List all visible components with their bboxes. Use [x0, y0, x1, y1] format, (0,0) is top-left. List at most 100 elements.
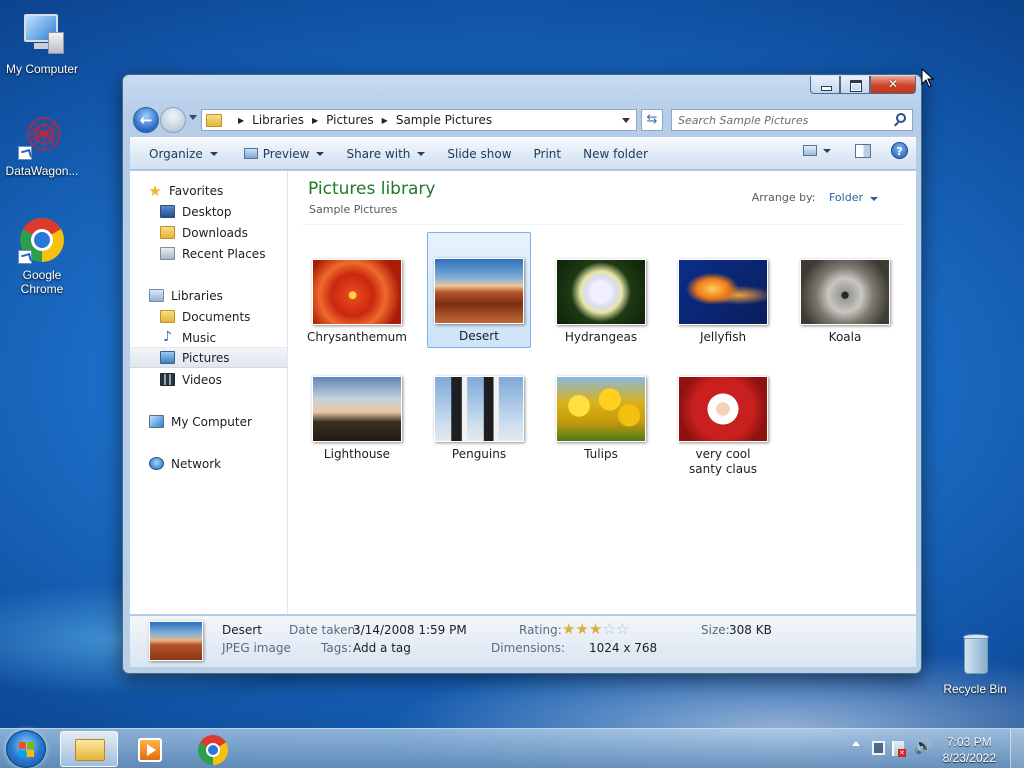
- file-tile-very-cool-santy-claus[interactable]: very cool santy claus: [671, 350, 775, 477]
- breadcrumb-separator-icon[interactable]: ▶: [312, 116, 318, 125]
- desktop-icon-google-chrome[interactable]: Google Chrome: [0, 216, 84, 296]
- back-button[interactable]: [133, 107, 159, 133]
- nav-item-label: Downloads: [182, 225, 248, 240]
- nav-item-libraries[interactable]: Libraries: [130, 285, 287, 306]
- file-tile-penguins[interactable]: Penguins: [427, 350, 531, 462]
- search-icon[interactable]: [896, 113, 906, 123]
- breadcrumb-separator-icon[interactable]: ▶: [238, 116, 244, 125]
- desktop-icon-my-computer[interactable]: My Computer: [0, 10, 84, 76]
- view-controls: ?: [803, 142, 908, 159]
- star-empty-icon[interactable]: ☆: [616, 620, 629, 638]
- divider: [302, 224, 904, 225]
- nav-item-pictures[interactable]: Pictures: [130, 347, 287, 368]
- network-tray-icon[interactable]: [872, 741, 885, 755]
- refresh-button[interactable]: ⇆: [641, 109, 663, 131]
- volume-icon[interactable]: 🔊: [914, 737, 933, 755]
- desktop-icon-recycle-bin[interactable]: Recycle Bin: [933, 630, 1017, 696]
- taskbar-media-player[interactable]: [122, 731, 180, 767]
- breadcrumb-libraries[interactable]: Libraries: [252, 113, 304, 127]
- print-button[interactable]: Print: [525, 142, 571, 166]
- nav-item-desktop[interactable]: Desktop: [130, 201, 287, 222]
- slide-show-button[interactable]: Slide show: [438, 142, 520, 166]
- nav-item-label: Music: [182, 330, 217, 345]
- file-tile-lighthouse[interactable]: Lighthouse: [305, 350, 409, 462]
- nav-item-label: Documents: [182, 309, 251, 324]
- arrange-by-dropdown[interactable]: Folder: [829, 191, 878, 204]
- desktop-icon-datawagon[interactable]: DataWagon...: [0, 112, 84, 178]
- nav-item-music[interactable]: ♪ Music: [130, 327, 287, 348]
- details-thumbnail: [149, 621, 203, 661]
- file-tile-desert[interactable]: Desert: [427, 232, 531, 348]
- minimize-button[interactable]: [810, 76, 840, 94]
- star-icon[interactable]: ★: [575, 620, 588, 638]
- file-name: very cool santy claus: [689, 447, 757, 476]
- maximize-button[interactable]: [840, 76, 870, 94]
- file-name: Jellyfish: [699, 330, 747, 344]
- nav-item-my-computer[interactable]: My Computer: [130, 411, 287, 432]
- taskbar-explorer[interactable]: [60, 731, 118, 767]
- preview-pane-icon[interactable]: [855, 143, 871, 158]
- file-tile-chrysanthemum[interactable]: Chrysanthemum: [305, 233, 409, 345]
- computer-icon: [18, 10, 66, 58]
- recent-pages-dropdown[interactable]: [189, 115, 197, 120]
- breadcrumb-sample-pictures[interactable]: Sample Pictures: [396, 113, 492, 127]
- file-view: Pictures library Sample Pictures Arrange…: [290, 171, 916, 614]
- preview-button[interactable]: Preview: [235, 142, 334, 166]
- downloads-folder-icon: [160, 226, 175, 239]
- organize-button[interactable]: Organize: [140, 142, 227, 166]
- address-dropdown-icon[interactable]: [622, 118, 630, 123]
- nav-item-downloads[interactable]: Downloads: [130, 222, 287, 243]
- file-tile-koala[interactable]: Koala: [793, 233, 897, 345]
- share-with-button[interactable]: Share with: [337, 142, 434, 166]
- file-tile-tulips[interactable]: Tulips: [549, 350, 653, 462]
- breadcrumb-separator-icon[interactable]: ▶: [382, 116, 388, 125]
- dimensions-label: Dimensions:: [491, 641, 566, 655]
- tags-label: Tags:: [321, 641, 352, 655]
- date-taken-label: Date taken:: [289, 623, 360, 637]
- start-button[interactable]: [6, 730, 46, 768]
- file-name: Penguins: [451, 447, 507, 461]
- network-icon: [149, 457, 164, 470]
- size-value: 308 KB: [729, 623, 772, 637]
- rating-stars[interactable]: ★★★☆☆: [562, 620, 629, 638]
- nav-item-label: Pictures: [182, 350, 230, 365]
- nav-item-recent-places[interactable]: Recent Places: [130, 243, 287, 264]
- breadcrumb-pictures[interactable]: Pictures: [326, 113, 374, 127]
- nav-item-network[interactable]: Network: [130, 453, 287, 474]
- taskbar-google-chrome[interactable]: [184, 731, 242, 767]
- show-desktop-button[interactable]: [1010, 729, 1024, 768]
- clock[interactable]: 7:03 PM 8/23/2022: [943, 734, 996, 766]
- play-icon: [147, 744, 156, 756]
- show-hidden-icons-icon[interactable]: [852, 741, 860, 746]
- file-name: Hydrangeas: [564, 330, 638, 344]
- star-empty-icon[interactable]: ☆: [602, 620, 615, 638]
- file-tile-jellyfish[interactable]: Jellyfish: [671, 233, 775, 345]
- star-icon: ★: [148, 181, 162, 200]
- forward-button[interactable]: [160, 107, 186, 133]
- close-button[interactable]: [870, 76, 916, 94]
- computer-icon: [149, 415, 164, 428]
- change-view-icon[interactable]: [803, 145, 817, 156]
- search-input[interactable]: [678, 110, 888, 130]
- desktop-icon: [160, 205, 175, 218]
- new-folder-button[interactable]: New folder: [574, 142, 657, 166]
- thumbnail-santa: [678, 376, 768, 442]
- thumbnail-lighthouse: [312, 376, 402, 442]
- file-tile-hydrangeas[interactable]: Hydrangeas: [549, 233, 653, 345]
- chrome-icon-center: [206, 743, 220, 757]
- tags-value[interactable]: Add a tag: [353, 641, 411, 655]
- nav-item-documents[interactable]: Documents: [130, 306, 287, 327]
- star-icon[interactable]: ★: [562, 620, 575, 638]
- thumbnail-tulips: [556, 376, 646, 442]
- address-bar[interactable]: ▶ Libraries ▶ Pictures ▶ Sample Pictures: [201, 109, 637, 131]
- date-taken-value[interactable]: 3/14/2008 1:59 PM: [353, 623, 467, 637]
- arrange-by-label: Arrange by:: [751, 191, 816, 204]
- search-box[interactable]: [671, 109, 913, 131]
- picture-icon: [243, 148, 258, 159]
- nav-item-favorites[interactable]: ★ Favorites: [130, 180, 287, 201]
- nav-item-videos[interactable]: Videos: [130, 369, 287, 390]
- star-icon[interactable]: ★: [589, 620, 602, 638]
- more-views-chevron-icon[interactable]: [823, 148, 831, 153]
- help-icon[interactable]: ?: [891, 142, 908, 159]
- rating-label: Rating:: [519, 623, 562, 637]
